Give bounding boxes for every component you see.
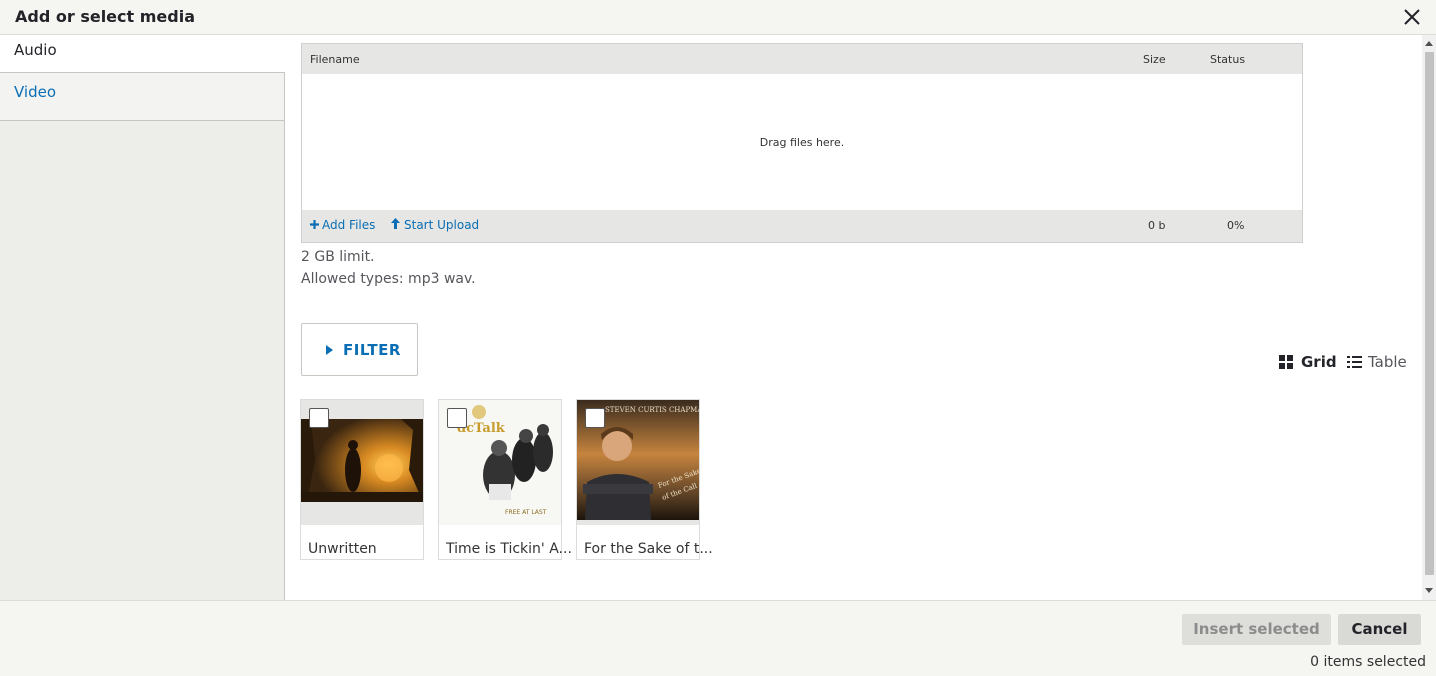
view-table-label: Table	[1368, 353, 1407, 371]
media-type-tabs: Audio Video	[0, 35, 285, 600]
svg-text:STEVEN CURTIS CHAPMAN: STEVEN CURTIS CHAPMAN	[605, 406, 699, 414]
filter-label: FILTER	[343, 341, 401, 359]
select-checkbox[interactable]	[447, 408, 467, 428]
selected-count: 0 items selected	[1310, 654, 1426, 670]
media-thumbnail	[301, 400, 423, 525]
column-filename: Filename	[310, 53, 360, 66]
start-upload-button[interactable]: Start Upload	[391, 218, 479, 232]
select-checkbox[interactable]	[309, 408, 329, 428]
start-upload-label: Start Upload	[404, 218, 480, 232]
media-name: Unwritten	[308, 541, 377, 557]
media-thumbnail: STEVEN CURTIS CHAPMAN For the Sake of th…	[577, 400, 699, 525]
scroll-down-arrow-icon[interactable]	[1425, 588, 1433, 593]
media-thumbnail: dcTalk FREE AT LAST	[439, 400, 561, 525]
cancel-button[interactable]: Cancel	[1338, 614, 1421, 645]
view-table-button[interactable]: Table	[1347, 353, 1407, 371]
grid-icon	[1279, 355, 1293, 369]
main-panel: Filename Size Status Drag files here. Ad…	[286, 35, 1422, 600]
column-status: Status	[1210, 53, 1246, 66]
size-limit-note: 2 GB limit.	[301, 249, 375, 265]
view-grid-label: Grid	[1301, 353, 1337, 371]
dialog-footer: Insert selected Cancel 0 items selected	[0, 600, 1436, 676]
scrollbar-thumb[interactable]	[1425, 52, 1434, 575]
add-files-label: Add Files	[322, 218, 376, 232]
media-name: Time is Tickin' A...	[446, 541, 572, 557]
scroll-up-arrow-icon[interactable]	[1425, 41, 1433, 46]
caret-right-icon	[326, 345, 333, 355]
uploader-footer: Add Files Start Upload 0 b 0%	[302, 210, 1302, 242]
media-name: For the Sake of t...	[584, 541, 713, 557]
filter-toggle-button[interactable]: FILTER	[301, 323, 418, 376]
select-checkbox[interactable]	[585, 408, 605, 428]
file-uploader[interactable]: Filename Size Status Drag files here. Ad…	[301, 43, 1303, 243]
tab-video[interactable]: Video	[0, 73, 285, 121]
drop-zone[interactable]: Drag files here.	[302, 74, 1302, 211]
media-card[interactable]: STEVEN CURTIS CHAPMAN For the Sake of th…	[576, 399, 713, 560]
allowed-types-note: Allowed types: mp3 wav.	[301, 271, 476, 287]
plus-icon	[310, 220, 319, 229]
total-percent: 0%	[1227, 219, 1245, 232]
close-button[interactable]	[1400, 5, 1424, 29]
uploader-header: Filename Size Status	[302, 44, 1302, 74]
close-icon	[1404, 9, 1420, 25]
dialog-titlebar: Add or select media	[0, 0, 1436, 35]
tab-audio[interactable]: Audio	[0, 35, 285, 73]
arrow-up-icon	[391, 218, 400, 229]
insert-selected-button[interactable]: Insert selected	[1182, 614, 1331, 645]
total-size: 0 b	[1148, 219, 1166, 232]
view-grid-button[interactable]: Grid	[1279, 353, 1337, 371]
media-card[interactable]: Unwritten	[300, 399, 424, 560]
list-icon	[1347, 356, 1362, 368]
svg-text:FREE AT LAST: FREE AT LAST	[505, 509, 547, 516]
drop-zone-text: Drag files here.	[759, 136, 845, 149]
media-card[interactable]: dcTalk FREE AT LAST Time is Tickin' A...	[438, 399, 572, 560]
column-size: Size	[1143, 53, 1166, 66]
dialog-title: Add or select media	[15, 7, 195, 26]
scrollbar[interactable]	[1422, 35, 1436, 600]
add-files-button[interactable]: Add Files	[310, 218, 375, 232]
